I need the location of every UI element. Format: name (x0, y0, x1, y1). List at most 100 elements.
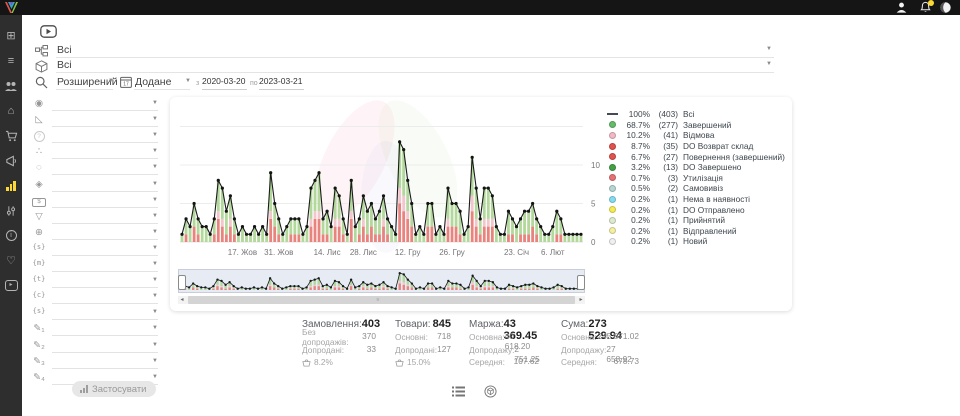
filter-dropdown[interactable]: ▼ (52, 97, 158, 111)
presentation-icon[interactable] (40, 25, 57, 38)
date-to-input[interactable]: 2023-03-21 (259, 76, 304, 90)
chevron-down-icon[interactable]: ▼ (152, 277, 158, 283)
filter-row-dotted-circle[interactable]: ◌▼ (30, 161, 160, 176)
filter-row-area-chart[interactable]: ◺▼ (30, 113, 160, 128)
chevron-down-icon[interactable]: ▼ (185, 78, 191, 84)
chart-navigator[interactable] (178, 269, 585, 293)
filter-row-var-s2[interactable]: {s}▼ (30, 306, 160, 321)
product-view-icon[interactable] (484, 385, 497, 398)
filter-row-status[interactable]: ◉▼ (30, 97, 160, 112)
legend-item[interactable]: 0.2%(1)Прийнятий (606, 215, 788, 226)
legend-item[interactable]: 3.2%(13)DO Завершено (606, 162, 788, 173)
filter-row-package[interactable]: ◈▼ (30, 178, 160, 193)
chevron-down-icon[interactable]: ▼ (152, 213, 158, 219)
filter-row-money[interactable]: $▼ (30, 194, 160, 209)
filter-row-var-t[interactable]: {t}▼ (30, 274, 160, 289)
legend-item[interactable]: 100%(403)Всі (606, 109, 788, 120)
category-filter[interactable]: Всі ▼ (56, 44, 774, 58)
bell-icon[interactable] (919, 1, 932, 14)
chevron-down-icon[interactable]: ▼ (152, 325, 158, 331)
avatar[interactable] (939, 1, 952, 14)
chevron-down-icon[interactable]: ▼ (152, 261, 158, 267)
chevron-down-icon[interactable]: ▼ (152, 293, 158, 299)
brand-logo[interactable] (3, 1, 20, 14)
legend-item[interactable]: 68.7%(277)Завершений (606, 120, 788, 131)
chevron-down-icon[interactable]: ▼ (152, 229, 158, 235)
scroll-left-icon[interactable]: ◂ (178, 296, 186, 304)
sidebar-item-info[interactable]: i (0, 223, 22, 248)
chevron-down-icon[interactable]: ▼ (152, 116, 158, 122)
filter-row-funnel[interactable]: ▽▼ (30, 210, 160, 225)
navigator-left-handle[interactable] (178, 275, 186, 290)
filter-dropdown[interactable]: ▼ (52, 226, 158, 240)
filter-dropdown[interactable]: ▼ (52, 194, 158, 208)
filter-dropdown[interactable]: ▼ (52, 274, 158, 288)
legend-item[interactable]: 0.7%(3)Утилізація (606, 173, 788, 184)
filter-row-var-s[interactable]: {s}▼ (30, 242, 160, 257)
chevron-down-icon[interactable]: ▼ (152, 164, 158, 170)
filter-dropdown[interactable]: ▼ (52, 242, 158, 256)
legend-item[interactable]: 6.7%(27)Повернення (завершений) (606, 151, 788, 162)
legend-item[interactable]: 8.7%(35)DO Возврат склад (606, 141, 788, 152)
filter-dropdown[interactable]: ▼ (52, 339, 158, 353)
search-mode-select[interactable]: Розширений ▼ (56, 76, 113, 90)
chevron-down-icon[interactable]: ▼ (152, 358, 158, 364)
search-icon[interactable] (35, 76, 48, 89)
sidebar-item-clients[interactable] (0, 73, 22, 98)
filter-dropdown[interactable]: ▼ (52, 290, 158, 304)
legend-item[interactable]: 0.2%(1)Новий (606, 236, 788, 247)
chevron-down-icon[interactable]: ▼ (152, 100, 158, 106)
filter-row-sitemap[interactable]: ∴▼ (30, 145, 160, 160)
filter-row-custom-field-1[interactable]: ✎₁▼ (30, 322, 160, 337)
sidebar-item-partners[interactable]: ♡ (0, 248, 22, 273)
sidebar-item-tutorials[interactable]: ▸ (0, 273, 22, 298)
filter-dropdown[interactable]: ▼ (52, 322, 158, 336)
sidebar-item-orders[interactable]: ≡ (0, 48, 22, 73)
legend-item[interactable]: 0.2%(1)DO Отправлено (606, 204, 788, 215)
legend-item[interactable]: 0.5%(2)Самовивіз (606, 183, 788, 194)
chevron-down-icon[interactable]: ▼ (152, 181, 158, 187)
legend-item[interactable]: 0.2%(1)Відправлений (606, 226, 788, 237)
chevron-down-icon[interactable]: ▼ (766, 46, 772, 52)
filter-row-custom-field-2[interactable]: ✎₂▼ (30, 339, 160, 354)
chevron-down-icon[interactable]: ▼ (152, 132, 158, 138)
list-view-icon[interactable] (452, 386, 465, 397)
chart-scrollbar[interactable]: ◂ ▸ ≡ (178, 296, 585, 304)
filter-dropdown[interactable]: ▼ (52, 258, 158, 272)
chevron-down-icon[interactable]: ▼ (766, 61, 772, 67)
date-from-input[interactable]: 2020-03-20 (202, 76, 247, 90)
filter-dropdown[interactable]: ▼ (52, 145, 158, 159)
sidebar-item-store[interactable]: ⌂ (0, 98, 22, 123)
sidebar-item-cart[interactable] (0, 123, 22, 148)
sidebar-item-settings[interactable] (0, 198, 22, 223)
scrollbar-thumb[interactable]: ≡ (188, 296, 575, 304)
legend-item[interactable]: 0.2%(1)Нема в наявності (606, 194, 788, 205)
chevron-down-icon[interactable]: ▼ (152, 197, 158, 203)
chevron-down-icon[interactable]: ▼ (152, 245, 158, 251)
chevron-down-icon[interactable]: ▼ (152, 309, 158, 315)
filter-dropdown[interactable]: ▼ (52, 161, 158, 175)
chevron-down-icon[interactable]: ▼ (152, 374, 158, 380)
calendar-icon[interactable]: 17 (120, 76, 132, 88)
sidebar-item-analytics[interactable] (0, 173, 22, 198)
date-field-select[interactable]: Додане ▼ (134, 76, 190, 90)
sidebar-item-marketing[interactable] (0, 148, 22, 173)
chevron-down-icon[interactable]: ▼ (152, 342, 158, 348)
filter-row-custom-field-3[interactable]: ✎₃▼ (30, 355, 160, 370)
product-filter[interactable]: Всі ▼ (56, 59, 774, 73)
filter-row-globe[interactable]: ⊕▼ (30, 226, 160, 241)
filter-row-help[interactable]: ?▼ (30, 129, 160, 144)
scroll-right-icon[interactable]: ▸ (577, 296, 585, 304)
filter-dropdown[interactable]: ▼ (52, 210, 158, 224)
filter-row-var-c[interactable]: {c}▼ (30, 290, 160, 305)
apply-button[interactable]: Застосувати (72, 381, 156, 397)
filter-dropdown[interactable]: ▼ (52, 129, 158, 143)
filter-dropdown[interactable]: ▼ (52, 306, 158, 320)
filter-dropdown[interactable]: ▼ (52, 355, 158, 369)
filter-dropdown[interactable]: ▼ (52, 113, 158, 127)
chevron-down-icon[interactable]: ▼ (152, 148, 158, 154)
filter-dropdown[interactable]: ▼ (52, 178, 158, 192)
filter-row-var-m[interactable]: {m}▼ (30, 258, 160, 273)
chevron-down-icon[interactable]: ▼ (108, 78, 114, 84)
legend-item[interactable]: 10.2%(41)Відмова (606, 130, 788, 141)
